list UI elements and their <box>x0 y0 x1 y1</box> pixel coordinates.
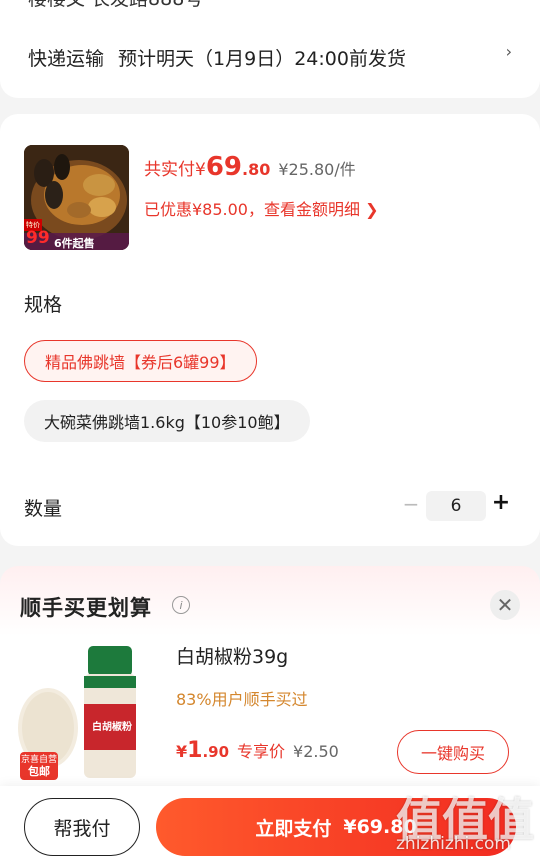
spec-title: 规格 <box>24 294 63 316</box>
unit-price: ¥25.80/件 <box>278 160 356 179</box>
product-image-price: 99 <box>26 228 50 248</box>
addon-product-name[interactable]: 白胡椒粉39g <box>176 642 288 669</box>
addon-original-price: ¥2.50 <box>293 742 339 761</box>
total-price: 共实付¥ 69 .80 ¥25.80/件 <box>144 152 356 182</box>
product-thumbnail[interactable]: 特价 99 6件起售 <box>24 145 129 250</box>
addon-price-currency: ¥ <box>176 742 188 761</box>
price-prefix: 共实付¥ <box>144 160 206 180</box>
price-integer: 69 <box>205 152 243 182</box>
discount-details-link[interactable]: 已优惠¥85.00，查看金额明细 ❯ <box>144 196 378 220</box>
chevron-right-icon[interactable]: › <box>506 42 512 61</box>
quantity-input[interactable]: 6 <box>426 491 486 521</box>
addon-price-label: 专享价 <box>237 742 286 761</box>
shipping-method-row[interactable]: 快递运输 预计明天（1月9日）24:00前发货 › <box>28 42 512 72</box>
help-me-pay-button[interactable]: 帮我付 <box>24 798 140 856</box>
product-image-pack: 6件起售 <box>54 237 95 250</box>
pay-now-button[interactable]: 立即支付 ¥69.80 <box>156 798 516 856</box>
addon-price-integer: 1 <box>187 738 203 763</box>
addon-badge: 京喜自营 包邮 <box>20 752 58 780</box>
close-icon[interactable]: ✕ <box>490 590 520 620</box>
pay-now-amount: ¥69.80 <box>343 816 417 838</box>
bottom-action-bar: 帮我付 立即支付 ¥69.80 <box>0 786 540 864</box>
delivery-address[interactable]: 楼楼叉 长发路888号 <box>28 0 203 11</box>
one-click-buy-button[interactable]: 一键购买 <box>397 730 509 774</box>
spec-option-1[interactable]: 精品佛跳墙【券后6罐99】 <box>24 340 257 382</box>
quantity-minus-button[interactable]: − <box>402 492 420 516</box>
shipping-eta: 预计明天（1月9日）24:00前发货 <box>118 47 406 70</box>
badge-top-text: 京喜自营 <box>20 755 57 765</box>
addon-price: ¥ 1 .90 专享价 ¥2.50 <box>176 738 339 763</box>
price-decimal: .80 <box>242 160 271 179</box>
sku-card: 特价 99 6件起售 共实付¥ 69 .80 ¥25.80/件 已优惠¥85.0… <box>0 114 540 546</box>
quantity-title: 数量 <box>24 498 63 520</box>
addon-product-image[interactable]: 京喜自营 包邮 白胡椒粉 <box>18 642 140 782</box>
pay-now-label: 立即支付 <box>255 817 332 840</box>
addon-price-decimal: .90 <box>202 743 230 761</box>
quantity-plus-button[interactable]: + <box>490 490 512 515</box>
info-icon[interactable]: i <box>172 596 190 614</box>
shipping-card: 楼楼叉 长发路888号 快递运输 预计明天（1月9日）24:00前发货 › <box>0 0 540 98</box>
spec-option-2[interactable]: 大碗菜佛跳墙1.6kg【10参10鲍】 <box>24 400 310 442</box>
shipping-method-label: 快递运输 <box>28 47 105 70</box>
addon-title: 顺手买更划算 <box>20 596 152 620</box>
jar-label-text: 白胡椒粉 <box>92 722 132 733</box>
addon-social-proof: 83%用户顺手买过 <box>176 690 308 709</box>
badge-bottom-text: 包邮 <box>28 765 50 778</box>
